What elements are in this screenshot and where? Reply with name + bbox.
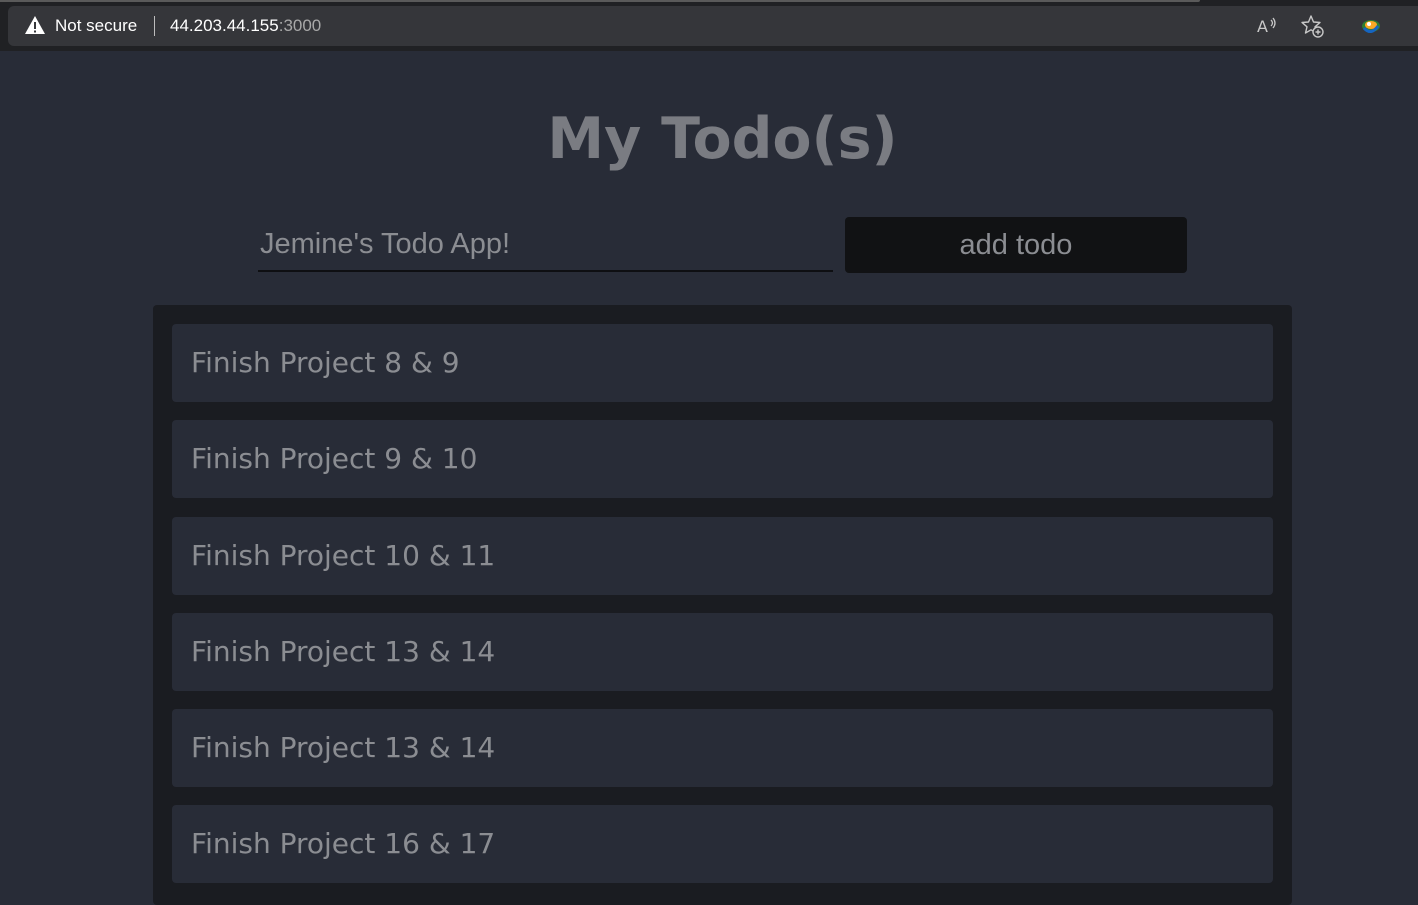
todo-item[interactable]: Finish Project 9 & 10: [172, 420, 1273, 498]
extension-icon[interactable]: [1359, 14, 1383, 38]
todo-item-text: Finish Project 10 & 11: [191, 539, 496, 572]
tab-strip-edge: [0, 0, 1200, 2]
todo-item-text: Finish Project 8 & 9: [191, 346, 460, 379]
todo-input[interactable]: [258, 218, 833, 272]
url-text[interactable]: 44.203.44.155:3000: [170, 15, 321, 37]
todo-item[interactable]: Finish Project 16 & 17: [172, 805, 1273, 883]
todo-item-text: Finish Project 13 & 14: [191, 731, 496, 764]
todo-item[interactable]: Finish Project 8 & 9: [172, 324, 1273, 402]
todo-item[interactable]: Finish Project 13 & 14: [172, 709, 1273, 787]
add-favorite-icon[interactable]: [1300, 14, 1324, 38]
address-bar[interactable]: Not secure 44.203.44.155:3000 A: [8, 6, 1418, 46]
page-title: My Todo(s): [547, 106, 898, 172]
todo-list: Finish Project 8 & 9 Finish Project 9 & …: [153, 305, 1292, 905]
warning-icon[interactable]: [24, 14, 46, 36]
read-aloud-icon[interactable]: A: [1255, 14, 1279, 38]
todo-item-text: Finish Project 9 & 10: [191, 442, 478, 475]
svg-text:A: A: [1257, 17, 1268, 36]
url-port: :3000: [278, 16, 322, 35]
security-status-label[interactable]: Not secure: [55, 15, 137, 37]
add-todo-button[interactable]: add todo: [845, 217, 1187, 273]
todo-item[interactable]: Finish Project 10 & 11: [172, 517, 1273, 595]
todo-item[interactable]: Finish Project 13 & 14: [172, 613, 1273, 691]
address-divider: [154, 16, 155, 36]
todo-item-text: Finish Project 13 & 14: [191, 635, 496, 668]
url-host: 44.203.44.155: [170, 16, 279, 35]
todo-item-text: Finish Project 16 & 17: [191, 827, 496, 860]
browser-toolbar: Not secure 44.203.44.155:3000 A: [0, 0, 1418, 51]
